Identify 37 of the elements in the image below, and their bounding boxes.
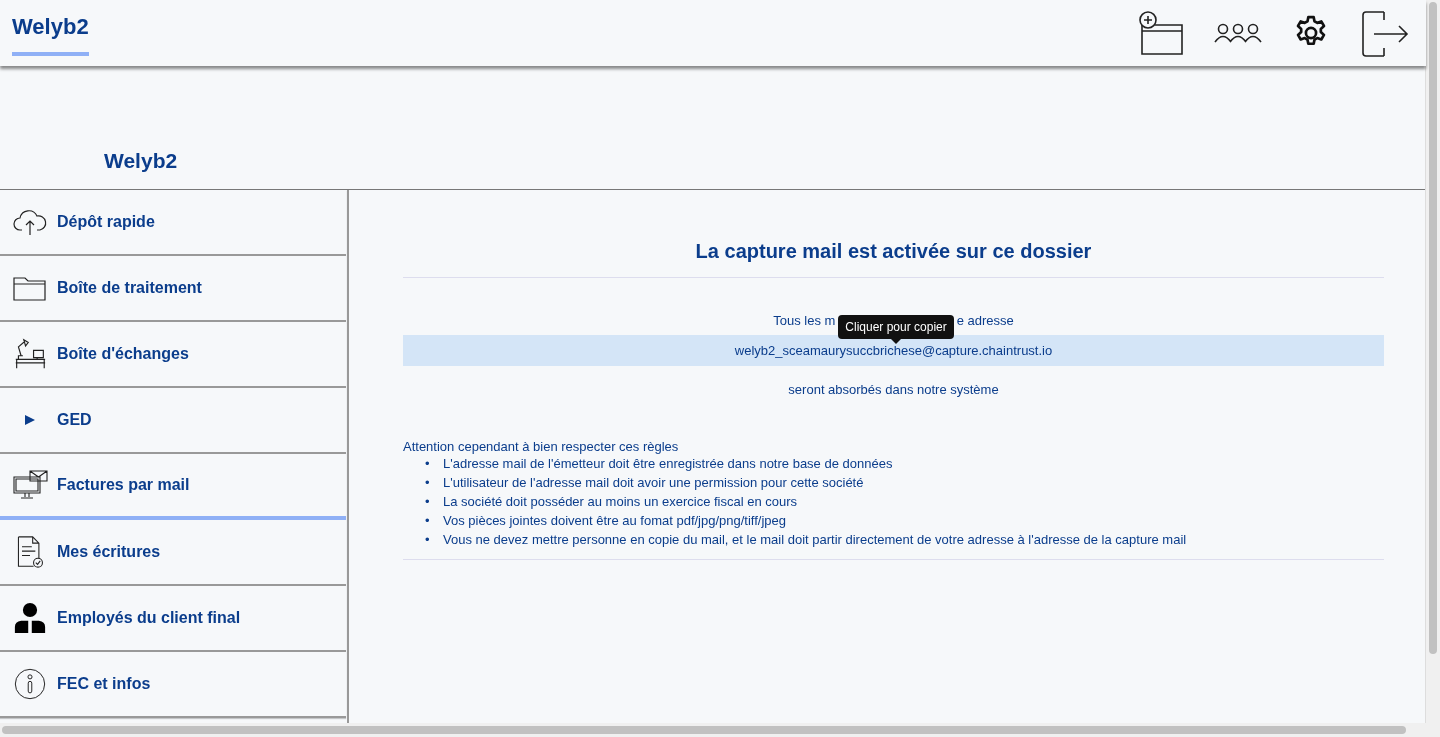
logout-icon[interactable] bbox=[1360, 8, 1410, 58]
sidebar-item[interactable]: Employés du client final bbox=[0, 586, 346, 652]
rule-item: L'utilisateur de l'adresse mail doit avoir une permission pour cette société bbox=[443, 474, 864, 492]
sidebar-item[interactable]: Factures par mail bbox=[0, 454, 346, 520]
scrollbar-thumb[interactable] bbox=[1429, 2, 1437, 654]
sidebar-item[interactable]: GED bbox=[0, 388, 346, 454]
intro-text: Tous les m bbox=[773, 312, 836, 328]
bullet: • bbox=[425, 474, 431, 492]
person-icon bbox=[12, 602, 48, 634]
tooltip: Cliquer pour copier bbox=[838, 314, 954, 339]
new-folder-icon[interactable] bbox=[1138, 10, 1184, 56]
users-icon[interactable] bbox=[1214, 21, 1262, 45]
rule-item: Vos pièces jointes doivent être au fomat pdf/jpg/png/tiff/jpeg bbox=[443, 512, 787, 530]
sidebar-item[interactable]: Boîte d'échanges bbox=[0, 322, 346, 388]
company-name: Welyb2 bbox=[104, 149, 178, 173]
intro-text: e adresse bbox=[956, 312, 1014, 328]
page-title: La capture mail est activée sur ce dossier bbox=[403, 240, 1384, 278]
outro-text: seront absorbés dans notre système bbox=[787, 382, 1000, 397]
rule-item: L'adresse mail de l'émetteur doit être enregistrée dans notre base de données bbox=[443, 455, 893, 473]
app-tab[interactable]: Welyb2 bbox=[12, 0, 89, 56]
rules-title: Attention cependant à bien respecter ces règles bbox=[403, 439, 680, 454]
rule-item: La société doit posséder au moins un exercice fiscal en cours bbox=[443, 493, 798, 511]
rule-item: Vous ne devez mettre personne en copie du mail, et le mail doit partir directement de votre adresse à l'adresse de la capture mail bbox=[443, 531, 1187, 549]
computer-mail-icon bbox=[12, 469, 48, 501]
play-arrow-icon bbox=[25, 415, 35, 425]
sidebar-item[interactable]: Boîte de traitement bbox=[0, 256, 346, 322]
email-address[interactable]: welyb2_sceamaurysuccbrichese@capture.chaintrust.io bbox=[403, 335, 1384, 366]
bullet: • bbox=[425, 455, 431, 473]
info-icon bbox=[12, 668, 48, 700]
bullet: • bbox=[425, 512, 431, 530]
bullet: • bbox=[425, 493, 431, 511]
tooltip-pointer-icon bbox=[891, 338, 901, 344]
sidebar-item[interactable]: Mes écritures bbox=[0, 520, 346, 586]
bullet: • bbox=[425, 531, 431, 549]
sidebar-item[interactable]: Dépôt rapide bbox=[0, 190, 346, 256]
scrollbar-thumb[interactable] bbox=[2, 726, 1406, 734]
sidebar-item[interactable]: FEC et infos bbox=[0, 652, 346, 718]
